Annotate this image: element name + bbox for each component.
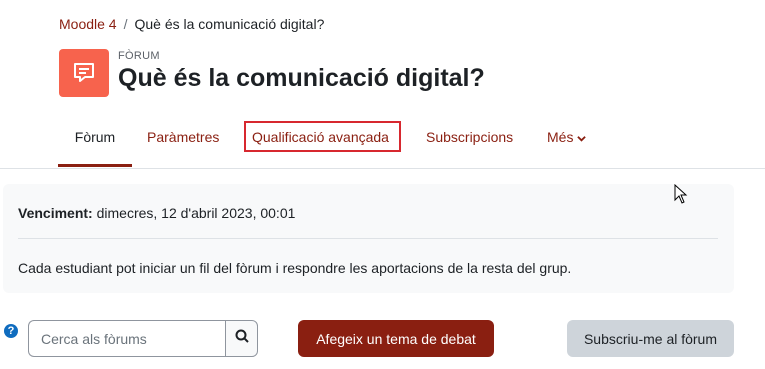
tab-forum[interactable]: Fòrum	[58, 122, 132, 167]
highlight-box	[244, 121, 401, 152]
tab-subscriptions[interactable]: Subscripcions	[426, 122, 513, 166]
forum-info-card: Venciment: dimecres, 12 d'abril 2023, 00…	[3, 184, 734, 293]
divider	[18, 238, 718, 239]
breadcrumb-separator: /	[123, 16, 128, 32]
due-label: Venciment:	[18, 205, 93, 221]
tab-parameters[interactable]: Paràmetres	[147, 122, 219, 166]
forum-description: Cada estudiant pot iniciar un fil del fò…	[18, 260, 572, 276]
tab-more-label: Més	[547, 129, 574, 145]
forum-icon	[59, 49, 109, 97]
help-icon[interactable]: ?	[4, 324, 18, 338]
chevron-down-icon	[577, 123, 587, 153]
breadcrumb-current: Què és la comunicació digital?	[134, 16, 325, 32]
search-input[interactable]	[28, 320, 225, 357]
search-icon	[235, 329, 249, 348]
add-discussion-button[interactable]: Afegeix un tema de debat	[298, 320, 494, 357]
subscribe-button[interactable]: Subscriu-me al fòrum	[567, 320, 734, 357]
search-button[interactable]	[225, 320, 258, 357]
mouse-cursor-icon	[674, 183, 688, 209]
page-title: Què és la comunicació digital?	[118, 64, 485, 92]
due-date: Venciment: dimecres, 12 d'abril 2023, 00…	[18, 205, 295, 221]
due-value: dimecres, 12 d'abril 2023, 00:01	[96, 205, 296, 221]
breadcrumb: Moodle 4 / Què és la comunicació digital?	[59, 16, 324, 32]
search-group	[28, 320, 258, 357]
tab-more[interactable]: Més	[547, 122, 587, 166]
breadcrumb-home-link[interactable]: Moodle 4	[59, 16, 117, 32]
page-kicker: FÒRUM	[118, 50, 160, 62]
